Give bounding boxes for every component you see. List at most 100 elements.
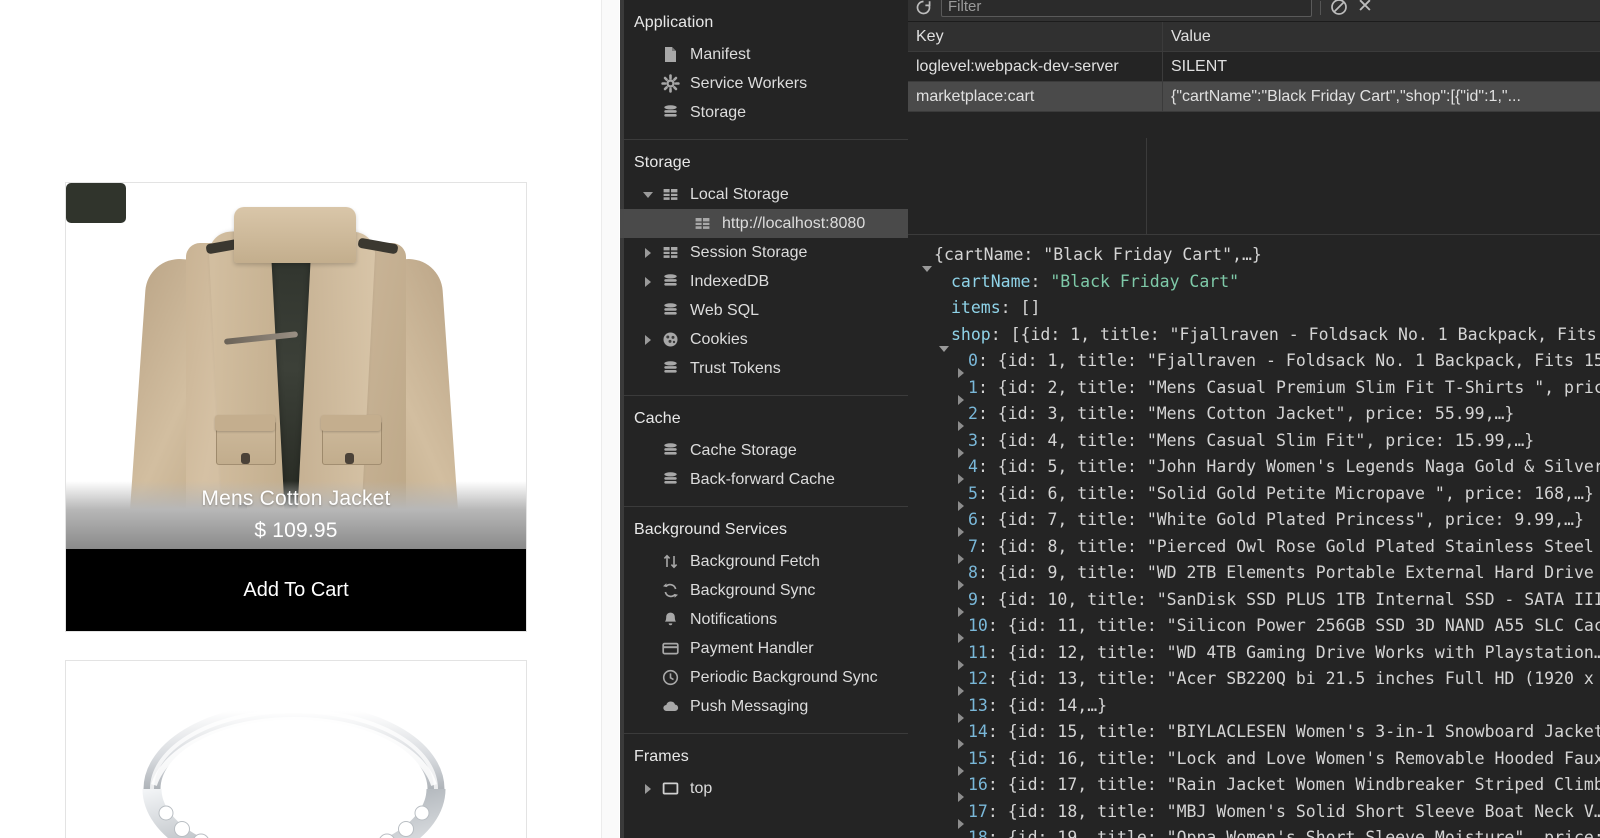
sidebar-item-label: Session Storage [690,243,808,261]
sidebar-item-manifest[interactable]: Manifest [620,40,908,69]
clock-icon [661,668,680,687]
sidebar-section-title: Cache [634,410,681,427]
preview-tree-row[interactable]: 4: {id: 5, title: "John Hardy Women's Le… [908,454,1600,484]
sidebar-section-spacer [620,494,908,506]
sidebar-section-spacer [620,383,908,395]
refresh-icon[interactable] [914,0,933,17]
preview-tree-row[interactable]: shop: [{id: 1, title: "Fjallraven - Fold… [908,322,1600,352]
preview-tree-row[interactable]: cartName: "Black Friday Cart" [908,269,1600,296]
toolbar-divider [1320,0,1321,15]
chevron-right-icon[interactable] [644,335,653,345]
sidebar-item-notifications[interactable]: Notifications [620,605,908,634]
table-cell-key[interactable]: loglevel:webpack-dev-server [908,52,1163,81]
devtools-storage-pane: Filter ✕ Key Value loglevel:webpack-dev-… [908,0,1600,838]
sidebar-item-label: Payment Handler [690,639,814,657]
preview-tree-row[interactable]: 1: {id: 2, title: "Mens Casual Premium S… [908,375,1600,405]
sidebar-section-title: Background Services [634,521,788,538]
preview-token-plain: : {id: 7, title: "White Gold Plated Prin… [977,510,1584,529]
product-card-jacket[interactable]: Mens Cotton Jacket $ 109.95 Add To Cart [65,182,527,632]
no-entry-icon[interactable] [1329,0,1349,17]
column-header-value[interactable]: Value [1163,22,1600,51]
sidebar-item-local-storage[interactable]: Local Storage [620,180,908,209]
database-icon [661,103,680,122]
preview-tree-row[interactable]: items: [] [908,295,1600,322]
preview-tree-row[interactable]: 16: {id: 17, title: "Rain Jacket Women W… [908,772,1600,802]
sidebar-item-back-forward-cache[interactable]: Back-forward Cache [620,465,908,494]
sidebar-item-payment-handler[interactable]: Payment Handler [620,634,908,663]
sidebar-item-session-storage[interactable]: Session Storage [620,238,908,267]
sidebar-item-label: IndexedDB [690,272,770,290]
preview-tree-row[interactable]: 12: {id: 13, title: "Acer SB220Q bi 21.5… [908,666,1600,696]
sidebar-item-background-fetch[interactable]: Background Fetch [620,547,908,576]
sidebar-item-label: Manifest [690,45,751,63]
table-icon [661,243,680,262]
table-cell-key[interactable]: marketplace:cart [908,82,1163,111]
storage-toolbar: Filter ✕ [908,0,1600,22]
document-icon [661,45,680,64]
preview-tree-row[interactable]: 10: {id: 11, title: "Silicon Power 256GB… [908,613,1600,643]
sidebar-item-push-messaging[interactable]: Push Messaging [620,692,908,721]
chevron-right-icon[interactable] [644,277,653,287]
sidebar-item-cache-storage[interactable]: Cache Storage [620,436,908,465]
preview-token-idx: 5 [968,483,978,503]
preview-token-plain: : {id: 19, title: "Opna Women's Short Sl… [987,828,1600,838]
product-price: $ 109.95 [254,519,338,542]
product-card-ring[interactable] [65,660,527,838]
table-cell-value[interactable]: SILENT [1163,52,1600,81]
sidebar-item-cookies[interactable]: Cookies [620,325,908,354]
sidebar-item-periodic-background-sync[interactable]: Periodic Background Sync [620,663,908,692]
database-icon [661,272,680,291]
sidebar-item-top[interactable]: top [620,774,908,803]
table-cell-value[interactable]: {"cartName":"Black Friday Cart","shop":[… [1163,82,1600,111]
storage-value-preview: {cartName: "Black Friday Cart",…} cartNam… [908,236,1600,838]
preview-tree-row[interactable]: 14: {id: 15, title: "BIYLACLESEN Women's… [908,719,1600,749]
chevron-right-icon[interactable] [644,248,653,258]
product-image-ring [66,661,526,838]
sidebar-item-trust-tokens[interactable]: Trust Tokens [620,354,908,383]
preview-tree-row[interactable]: 11: {id: 12, title: "WD 4TB Gaming Drive… [908,640,1600,670]
sidebar-item-background-sync[interactable]: Background Sync [620,576,908,605]
sidebar-item-indexeddb[interactable]: IndexedDB [620,267,908,296]
filter-input[interactable]: Filter [941,0,1312,17]
preview-tree-row[interactable]: {cartName: "Black Friday Cart",…} [908,242,1600,272]
preview-token-plain: : {id: 5, title: "John Hardy Women's Leg… [977,457,1600,476]
sidebar-section-title: Application [634,14,714,31]
preview-token-plain: : [1030,271,1051,291]
add-to-cart-button[interactable]: Add To Cart [66,549,526,631]
page-scrollbar-track[interactable] [601,0,619,838]
preview-tree-row[interactable]: 7: {id: 8, title: "Pierced Owl Rose Gold… [908,534,1600,564]
preview-tree-row[interactable]: 8: {id: 9, title: "WD 2TB Elements Porta… [908,560,1600,590]
preview-tree-row[interactable]: 9: {id: 10, title: "SanDisk SSD PLUS 1TB… [908,587,1600,617]
preview-token-idx: 9 [968,589,978,609]
preview-tree-row[interactable]: 2: {id: 3, title: "Mens Cotton Jacket", … [908,401,1600,431]
sidebar-item-label: Push Messaging [690,697,809,715]
preview-tree-row[interactable]: 5: {id: 6, title: "Solid Gold Petite Mic… [908,481,1600,511]
preview-token-idx: 4 [968,457,978,476]
preview-token-plain: { [934,245,944,264]
sidebar-item-http-localhost-8080[interactable]: http://localhost:8080 [620,209,908,238]
preview-token-plain: : {id: 1, title: "Fjallraven - Foldsack … [977,351,1600,370]
preview-tree-row[interactable]: 3: {id: 4, title: "Mens Casual Slim Fit"… [908,428,1600,458]
preview-tree-row[interactable]: 0: {id: 1, title: "Fjallraven - Foldsack… [908,348,1600,378]
sidebar-item-service-workers[interactable]: Service Workers [620,69,908,98]
sidebar-item-storage[interactable]: Storage [620,98,908,127]
preview-token-str: "Black Friday Cart" [1050,271,1240,291]
preview-token-plain: : {id: 3, title: "Mens Cotton Jacket", p… [977,404,1515,423]
preview-tree-row[interactable]: 18: {id: 19, title: "Opna Women's Short … [908,825,1600,838]
chevron-down-icon[interactable] [643,190,653,199]
database-icon [661,301,680,320]
preview-tree-row[interactable]: 6: {id: 7, title: "White Gold Plated Pri… [908,507,1600,537]
close-icon[interactable]: ✕ [1357,0,1373,16]
credit-card-icon [661,639,680,658]
column-header-key[interactable]: Key [908,22,1163,51]
sidebar-item-web-sql[interactable]: Web SQL [620,296,908,325]
preview-tree-row[interactable]: 17: {id: 18, title: "MBJ Women's Solid S… [908,799,1600,829]
preview-token-idx: 15 [968,748,988,768]
preview-tree-row[interactable]: 13: {id: 14,…} [908,693,1600,723]
table-row[interactable]: marketplace:cart {"cartName":"Black Frida… [908,82,1600,112]
preview-token-idx: 3 [968,430,978,450]
table-row[interactable]: loglevel:webpack-dev-server SILENT [908,52,1600,82]
preview-tree-row[interactable]: 15: {id: 16, title: "Lock and Love Women… [908,746,1600,776]
chevron-right-icon[interactable] [644,784,653,794]
preview-token-idx: 16 [968,775,988,794]
